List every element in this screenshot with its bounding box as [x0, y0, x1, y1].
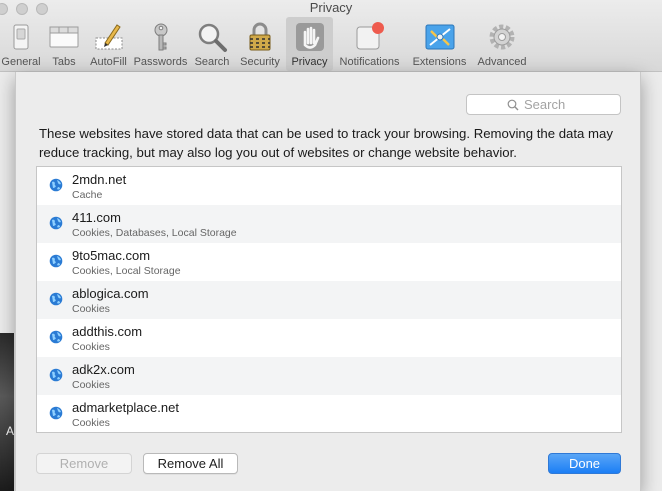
globe-icon: [49, 178, 63, 192]
website-data-types: Cookies, Databases, Local Storage: [72, 227, 237, 239]
tab-autofill-label: AutoFill: [90, 56, 127, 68]
tab-general[interactable]: General: [0, 17, 42, 71]
padlock-icon: [243, 20, 277, 54]
background-thumbnail: [0, 333, 14, 491]
tab-tabs-label: Tabs: [52, 56, 76, 68]
tab-privacy[interactable]: Privacy: [286, 17, 333, 71]
tabs-icon: [47, 20, 81, 54]
tab-privacy-label: Privacy: [291, 56, 328, 68]
website-name: admarketplace.net: [72, 400, 179, 415]
tab-extensions[interactable]: Extensions: [406, 17, 473, 71]
search-icon: [507, 99, 519, 111]
website-row[interactable]: 2mdn.net Cache: [37, 167, 621, 205]
window-titlebar: Privacy General Tabs AutoFill Passwords: [0, 0, 662, 72]
globe-icon: [49, 216, 63, 230]
tab-notifications-label: Notifications: [339, 56, 400, 68]
website-name: adk2x.com: [72, 362, 135, 377]
tab-notifications[interactable]: Notifications: [333, 17, 406, 71]
tab-security-label: Security: [240, 56, 280, 68]
tab-search[interactable]: Search: [190, 17, 234, 71]
website-name: 411.com: [72, 210, 121, 225]
notifications-badge-icon: [353, 20, 387, 54]
puzzle-icon: [423, 20, 457, 54]
website-row[interactable]: adk2x.com Cookies: [37, 357, 621, 395]
tracking-description: These websites have stored data that can…: [39, 126, 613, 160]
website-row[interactable]: 9to5mac.com Cookies, Local Storage: [37, 243, 621, 281]
preferences-toolbar: General Tabs AutoFill Passwords Search S…: [0, 17, 531, 71]
remove-all-button[interactable]: Remove All: [143, 453, 238, 474]
website-row[interactable]: ablogica.com Cookies: [37, 281, 621, 319]
globe-icon: [49, 368, 63, 382]
remove-button[interactable]: Remove: [36, 453, 132, 474]
key-icon: [144, 20, 178, 54]
tab-search-label: Search: [194, 56, 230, 68]
done-button[interactable]: Done: [548, 453, 621, 474]
website-row[interactable]: admarketplace.net Cookies: [37, 395, 621, 432]
tab-general-label: General: [1, 56, 41, 68]
search-input[interactable]: [524, 97, 580, 112]
website-name: ablogica.com: [72, 286, 149, 301]
search-field[interactable]: [466, 94, 621, 115]
tab-extensions-label: Extensions: [412, 56, 467, 68]
tab-autofill[interactable]: AutoFill: [86, 17, 131, 71]
magnifier-icon: [195, 20, 229, 54]
website-data-types: Cookies: [72, 303, 110, 315]
website-name: addthis.com: [72, 324, 143, 339]
website-list[interactable]: 2mdn.net Cache 411.com Cookies, Database…: [36, 166, 622, 433]
general-switch-icon: [4, 20, 38, 54]
tab-passwords[interactable]: Passwords: [131, 17, 190, 71]
tab-passwords-label: Passwords: [133, 56, 188, 68]
background-partial-text: A: [6, 424, 15, 438]
globe-icon: [49, 330, 63, 344]
website-data-sheet: These websites have stored data that can…: [15, 72, 641, 491]
globe-icon: [49, 292, 63, 306]
website-name: 9to5mac.com: [72, 248, 151, 263]
hand-icon: [293, 20, 327, 54]
tab-advanced-label: Advanced: [477, 56, 527, 68]
website-data-types: Cache: [72, 189, 103, 201]
website-data-types: Cookies: [72, 341, 110, 353]
tab-advanced[interactable]: Advanced: [473, 17, 531, 71]
website-data-types: Cookies, Local Storage: [72, 265, 181, 277]
gear-icon: [485, 20, 519, 54]
website-data-types: Cookies: [72, 379, 110, 391]
website-row[interactable]: 411.com Cookies, Databases, Local Storag…: [37, 205, 621, 243]
tab-security[interactable]: Security: [234, 17, 286, 71]
tab-tabs[interactable]: Tabs: [42, 17, 86, 71]
window-title: Privacy: [309, 0, 353, 15]
globe-icon: [49, 254, 63, 268]
website-data-types: Cookies: [72, 417, 110, 429]
website-name: 2mdn.net: [72, 172, 127, 187]
website-row[interactable]: addthis.com Cookies: [37, 319, 621, 357]
autofill-pencil-icon: [92, 20, 126, 54]
globe-icon: [49, 406, 63, 420]
